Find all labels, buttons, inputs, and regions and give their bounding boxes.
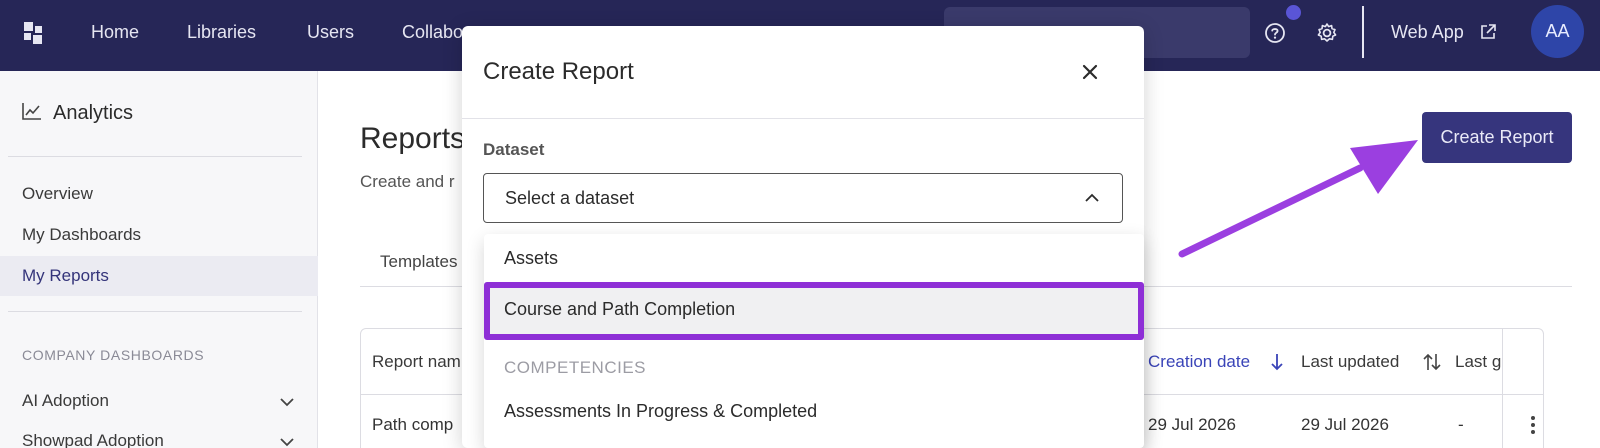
dataset-select[interactable]: Select a dataset (483, 173, 1123, 223)
sidebar-title: Analytics (53, 102, 134, 124)
chevron-down-icon[interactable] (280, 437, 294, 447)
dataset-dropdown: Assets Course and Path Completion COMPET… (484, 234, 1144, 448)
create-report-button[interactable]: Create Report (1422, 112, 1572, 163)
page-title: Reports (360, 122, 466, 155)
chevron-down-icon[interactable] (280, 397, 294, 407)
dataset-option-assessments[interactable]: Assessments In Progress & Completed (504, 401, 817, 422)
column-header-report-name[interactable]: Report nam (372, 352, 461, 372)
tab-templates[interactable]: Templates (380, 252, 457, 272)
sidebar-item-my-reports[interactable]: My Reports (22, 266, 109, 286)
sort-icon[interactable] (1423, 352, 1441, 372)
logo-icon[interactable] (24, 22, 46, 44)
nav-link-users[interactable]: Users (307, 22, 354, 43)
close-icon[interactable] (1080, 62, 1100, 82)
modal-title: Create Report (483, 58, 634, 85)
annotation-arrow (1178, 140, 1418, 258)
settings-icon[interactable] (1314, 20, 1340, 46)
table-cell-creation-date: 29 Jul 2026 (1148, 415, 1236, 434)
sidebar-item-showpad-adoption[interactable]: Showpad Adoption (22, 431, 164, 448)
column-header-last-generated[interactable]: Last g (1455, 352, 1501, 372)
column-header-creation-date[interactable]: Creation date (1148, 352, 1250, 372)
table-cell-report-name[interactable]: Path comp (372, 415, 453, 435)
sidebar-item-ai-adoption[interactable]: AI Adoption (22, 391, 109, 411)
dataset-group-label: COMPETENCIES (504, 358, 647, 377)
nav-link-libraries[interactable]: Libraries (187, 22, 256, 43)
nav-link-home[interactable]: Home (91, 22, 139, 43)
sidebar-section-label: COMPANY DASHBOARDS (22, 347, 205, 363)
dataset-label: Dataset (483, 140, 545, 159)
notification-badge (1286, 5, 1301, 20)
help-icon[interactable] (1262, 20, 1288, 46)
table-column-separator (1502, 329, 1503, 448)
nav-divider (1362, 6, 1364, 58)
sidebar-item-overview[interactable]: Overview (22, 184, 93, 204)
dataset-select-value: Select a dataset (505, 188, 635, 208)
dataset-option-assets[interactable]: Assets (504, 248, 558, 269)
more-options-icon[interactable] (1530, 415, 1536, 435)
dataset-option-course-path-completion[interactable]: Course and Path Completion (504, 299, 735, 320)
sidebar-divider (8, 156, 302, 157)
modal-header-divider (462, 118, 1144, 119)
sort-down-icon[interactable] (1270, 352, 1284, 372)
chevron-up-icon[interactable] (1085, 193, 1099, 202)
sidebar-divider (8, 311, 302, 312)
avatar[interactable]: AA (1531, 5, 1584, 58)
column-header-last-updated[interactable]: Last updated (1301, 352, 1399, 372)
external-link-icon[interactable] (1479, 23, 1497, 41)
sidebar-item-my-dashboards[interactable]: My Dashboards (22, 225, 141, 245)
web-app-link[interactable]: Web App (1391, 22, 1464, 43)
table-cell-last-generated: - (1458, 415, 1464, 434)
analytics-chart-icon (22, 103, 41, 120)
page-subtitle: Create and r (360, 172, 455, 191)
nav-link-collaboration[interactable]: Collabo (402, 22, 463, 43)
table-cell-last-updated: 29 Jul 2026 (1301, 415, 1389, 434)
